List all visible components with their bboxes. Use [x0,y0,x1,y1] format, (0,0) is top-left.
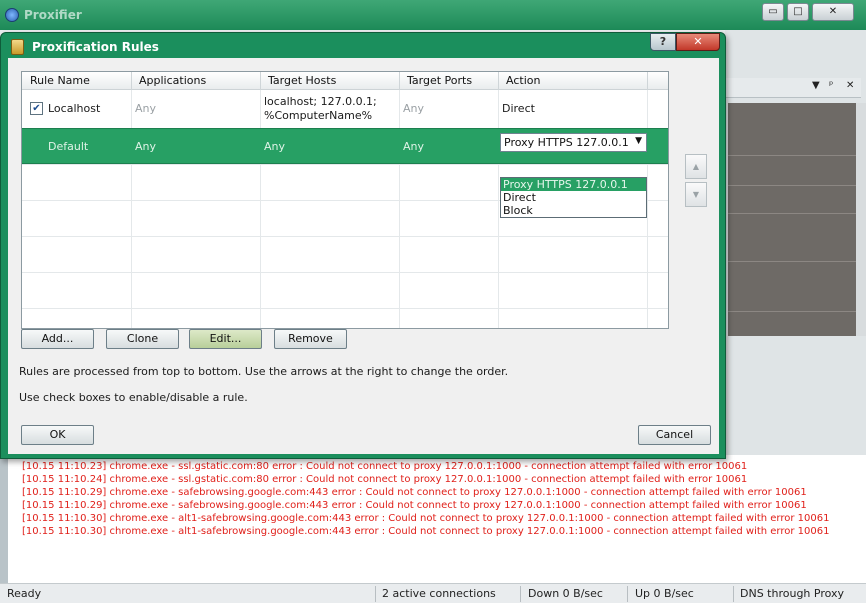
status-dns-mode: DNS through Proxy [740,587,845,600]
app-titlebar: Proxifier ▭ □ ✕ [0,0,866,30]
chevron-down-icon[interactable]: ▼ [635,136,642,146]
ok-button[interactable]: OK [21,425,94,445]
status-ready: Ready [7,587,42,600]
minimize-button[interactable]: ▭ [762,3,784,21]
rule-action: Direct [502,102,535,115]
rule-enabled-checkbox[interactable]: ✔ [30,102,43,115]
panel-dropdown-icon[interactable]: ▼ [812,80,820,91]
rule-target-hosts-continued: %ComputerName% [264,109,373,122]
dialog-close-button[interactable]: ✕ [676,33,720,51]
maximize-button[interactable]: □ [787,3,809,21]
status-connections: 2 active connections [382,587,496,600]
rule-target-ports: Any [403,140,425,153]
column-header-applications[interactable]: Applications [139,74,206,87]
log-panel: [10.15 11:10.23] chrome.exe - ssl.gstati… [0,455,866,583]
connections-scrollbar[interactable] [856,103,866,336]
rule-applications: Any [135,140,157,153]
rule-target-hosts: localhost; 127.0.0.1; [264,95,377,108]
table-row-selected[interactable]: Default Any Any Any Proxy HTTPS 127.0.0.… [22,128,668,164]
rules-table: Rule Name Applications Target Hosts Targ… [21,71,669,329]
column-header-target-hosts[interactable]: Target Hosts [268,74,336,87]
dialog-content: Rule Name Applications Target Hosts Targ… [8,58,719,454]
rule-name: Default [48,140,89,153]
rule-applications: Any [135,102,157,115]
rule-name: Localhost [48,102,101,115]
column-header-action[interactable]: Action [506,74,540,87]
log-entry: [10.15 11:10.24] chrome.exe - ssl.gstati… [22,474,748,485]
panel-header [725,78,861,98]
proxification-rules-dialog: Proxification Rules ? ✕ Rule Name Applic… [0,32,726,459]
move-up-button[interactable]: ▲ [685,154,707,179]
status-download-rate: Down 0 B/sec [528,587,603,600]
table-header: Rule Name Applications Target Hosts Targ… [22,72,668,90]
action-option-direct[interactable]: Direct [501,191,646,204]
log-entry: [10.15 11:10.29] chrome.exe - safebrowsi… [22,487,807,498]
column-header-target-ports[interactable]: Target Ports [407,74,472,87]
status-bar: Ready 2 active connections Down 0 B/sec … [0,583,866,603]
log-entry: [10.15 11:10.29] chrome.exe - safebrowsi… [22,500,807,511]
status-upload-rate: Up 0 B/sec [635,587,694,600]
checkbox-help-text: Use check boxes to enable/disable a rule… [19,391,248,404]
log-entry: [10.15 11:10.23] chrome.exe - ssl.gstati… [22,461,748,472]
connections-list [728,103,856,336]
clone-rule-button[interactable]: Clone [106,329,179,349]
action-combobox[interactable]: Proxy HTTPS 127.0.0.1 ▼ [500,133,647,152]
order-help-text: Rules are processed from top to bottom. … [19,365,509,378]
rules-icon [11,39,24,55]
action-dropdown-list: Proxy HTTPS 127.0.0.1 Direct Block [500,177,647,218]
dialog-title: Proxification Rules [32,40,159,54]
move-down-button[interactable]: ▼ [685,182,707,207]
log-entry: [10.15 11:10.30] chrome.exe - alt1-safeb… [22,513,830,524]
rule-target-hosts: Any [264,140,286,153]
column-header-rule-name[interactable]: Rule Name [30,74,90,87]
add-rule-button[interactable]: Add... [21,329,94,349]
table-row[interactable]: ✔ Localhost Any localhost; 127.0.0.1; %C… [22,90,668,128]
proxifier-app-icon [5,8,19,22]
remove-rule-button[interactable]: Remove [274,329,347,349]
help-button[interactable]: ? [650,33,676,51]
log-entry: [10.15 11:10.30] chrome.exe - alt1-safeb… [22,526,830,537]
edit-rule-button[interactable]: Edit... [189,329,262,349]
panel-close-icon[interactable]: ✕ [846,80,854,91]
action-option-proxy[interactable]: Proxy HTTPS 127.0.0.1 [501,178,646,191]
panel-pin-icon[interactable]: ᵖ [829,80,833,91]
cancel-button[interactable]: Cancel [638,425,711,445]
action-combobox-value: Proxy HTTPS 127.0.0.1 [504,136,629,149]
app-close-button[interactable]: ✕ [812,3,854,21]
rule-target-ports: Any [403,102,425,115]
app-title: Proxifier [24,8,82,22]
action-option-block[interactable]: Block [501,204,646,217]
